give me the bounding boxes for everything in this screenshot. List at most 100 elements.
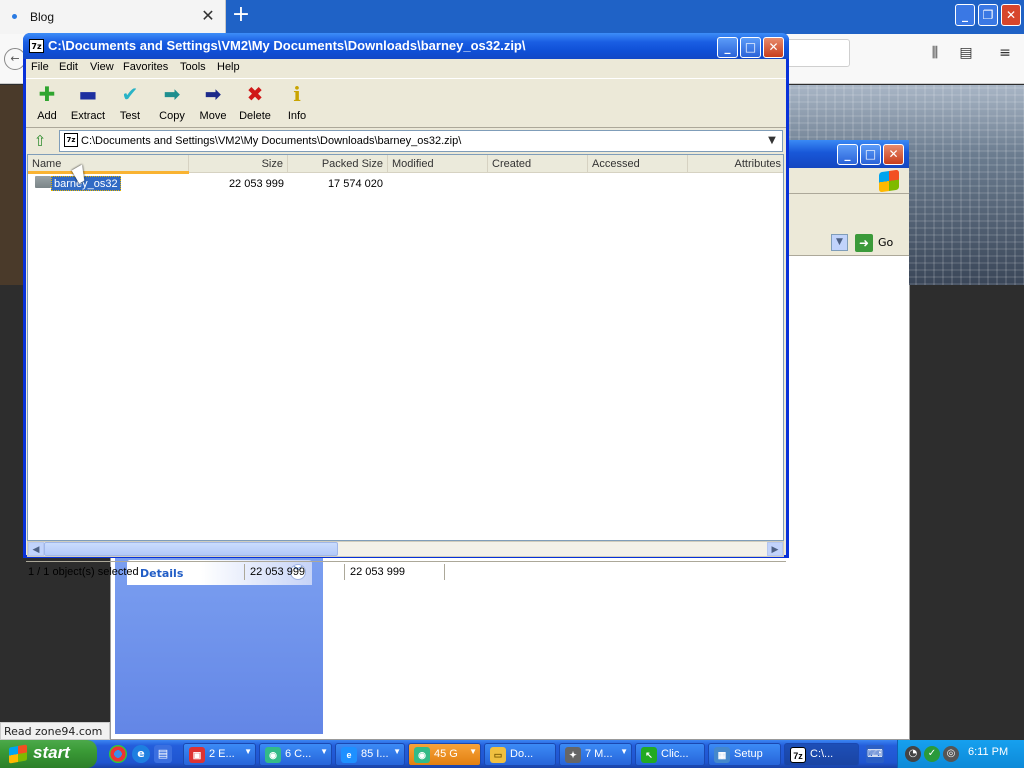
chrome-quicklaunch-icon[interactable] <box>109 745 127 763</box>
list-header: Name Size Packed Size Modified Created A… <box>28 155 783 174</box>
task-label: Clic... <box>661 748 689 760</box>
windows-logo-icon <box>9 744 27 764</box>
horizontal-scrollbar[interactable]: ◀ ▶ <box>27 541 784 557</box>
tab-close-icon[interactable]: ✕ <box>199 7 217 25</box>
add-button[interactable]: ✚ Add <box>26 81 68 125</box>
folder-up-icon[interactable]: ⇧ <box>30 132 50 150</box>
maximize-button[interactable]: □ <box>740 37 761 58</box>
close-button[interactable]: ✕ <box>763 37 784 58</box>
menu-tools[interactable]: Tools <box>180 61 206 73</box>
row-size: 22 053 999 <box>228 178 284 190</box>
minimize-button[interactable]: _ <box>717 37 738 58</box>
menu-help[interactable]: Help <box>217 61 240 73</box>
folder-icon: ▭ <box>490 747 506 763</box>
task-label: 45 G <box>434 748 458 760</box>
ie-quicklaunch-icon[interactable]: e <box>132 745 150 763</box>
sidebar-icon[interactable]: ▤ <box>957 44 975 62</box>
system-tray: ◔ ✓ ◎ 6:11 PM <box>897 740 1024 768</box>
column-size[interactable]: Size <box>189 155 288 173</box>
row-packed-size: 17 574 020 <box>327 178 383 190</box>
task-click[interactable]: ↖ Clic... <box>635 743 705 766</box>
7zip-body: File Edit View Favorites Tools Help ✚ Ad… <box>26 59 786 580</box>
new-tab-button[interactable]: + <box>230 4 252 28</box>
chrome-icon: ◉ <box>265 747 281 763</box>
extract-button[interactable]: ▬ Extract <box>67 81 109 125</box>
browser-restore-button[interactable]: ❐ <box>978 4 998 26</box>
7zip-app-icon: 7z <box>29 39 44 53</box>
menu-view[interactable]: View <box>90 61 114 73</box>
setup-icon: ▦ <box>714 747 730 763</box>
delete-button[interactable]: ✖ Delete <box>234 81 276 125</box>
test-button[interactable]: ✔ Test <box>109 81 151 125</box>
scroll-left-icon[interactable]: ◀ <box>28 542 44 556</box>
click-icon: ↖ <box>641 747 657 763</box>
task-label: 6 C... <box>285 748 312 760</box>
chevron-down-icon[interactable]: ▼ <box>764 133 780 149</box>
desktop-quicklaunch-icon[interactable]: ▤ <box>154 745 172 763</box>
keyboard-icon[interactable]: ⌨ <box>866 745 884 763</box>
network-icon[interactable]: ✓ <box>924 746 940 762</box>
tab-title: Blog <box>30 10 55 24</box>
move-button[interactable]: ➡ Move <box>192 81 234 125</box>
search-icon[interactable]: ◎ <box>943 746 959 762</box>
browser-minimize-button[interactable]: _ <box>955 4 975 26</box>
task-85-i[interactable]: e 85 I... ▼ <box>335 743 405 766</box>
chrome-icon: ◉ <box>414 747 430 763</box>
hamburger-menu-icon[interactable]: ≡ <box>996 44 1014 62</box>
column-modified[interactable]: Modified <box>388 155 488 173</box>
copy-label: Copy <box>159 110 185 122</box>
column-attributes[interactable]: Attributes <box>688 155 783 173</box>
explorer-toolbar <box>787 168 909 194</box>
explorer-maximize-button[interactable]: □ <box>860 144 881 165</box>
sound-icon[interactable]: ◔ <box>905 746 921 762</box>
task-label: Do... <box>510 748 534 760</box>
minus-icon: ▬ <box>78 82 98 106</box>
explorer-titlebar: _ □ ✕ <box>787 140 909 168</box>
go-arrow-icon[interactable]: ➜ <box>855 234 873 252</box>
chevron-down-icon[interactable]: ▼ <box>831 234 848 251</box>
plus-icon: ✚ <box>38 82 56 106</box>
explorer-window: _ □ ✕ ▼ ➜ Go <box>787 140 909 736</box>
add-label: Add <box>37 110 57 122</box>
browser-close-button[interactable]: ✕ <box>1001 4 1021 26</box>
scrollbar-thumb[interactable] <box>44 542 338 556</box>
column-accessed[interactable]: Accessed <box>588 155 688 173</box>
menu-file[interactable]: File <box>31 61 49 73</box>
info-button[interactable]: i Info <box>276 81 318 125</box>
clock[interactable]: 6:11 PM <box>968 746 1008 758</box>
task-2-e[interactable]: ▣ 2 E... ▼ <box>183 743 256 766</box>
start-button[interactable]: start <box>0 740 97 768</box>
extract-label: Extract <box>70 110 106 122</box>
task-6-c[interactable]: ◉ 6 C... ▼ <box>259 743 332 766</box>
menu-edit[interactable]: Edit <box>59 61 78 73</box>
task-setup[interactable]: ▦ Setup <box>708 743 781 766</box>
explorer-close-button[interactable]: ✕ <box>883 144 904 165</box>
selection-status: 1 / 1 object(s) selected <box>28 566 139 578</box>
explorer-minimize-button[interactable]: _ <box>837 144 858 165</box>
app-icon: ✦ <box>565 747 581 763</box>
url-bar[interactable] <box>780 39 850 67</box>
menu-favorites[interactable]: Favorites <box>123 61 168 73</box>
column-created[interactable]: Created <box>488 155 588 173</box>
task-7-m[interactable]: ✦ 7 M... ▼ <box>559 743 632 766</box>
toolbar: ✚ Add ▬ Extract ✔ Test ➡ Copy ➡ Move ✖ D… <box>26 78 786 128</box>
library-icon[interactable]: ⫼ <box>926 44 944 62</box>
file-list[interactable]: Name Size Packed Size Modified Created A… <box>27 154 784 541</box>
browser-tab[interactable]: Blog ✕ <box>0 0 226 34</box>
task-documents[interactable]: ▭ Do... <box>484 743 556 766</box>
table-row[interactable]: barney_os32 22 053 999 17 574 020 <box>28 174 783 192</box>
scroll-right-icon[interactable]: ▶ <box>767 542 783 556</box>
7zip-titlebar: 7z C:\Documents and Settings\VM2\My Docu… <box>23 33 789 59</box>
status-bar: 1 / 1 object(s) selected 22 053 999 22 0… <box>26 561 786 581</box>
status-divider <box>444 564 445 580</box>
task-45-g[interactable]: ◉ 45 G ▼ <box>408 743 481 766</box>
address-combobox[interactable]: 7z C:\Documents and Settings\VM2\My Docu… <box>59 130 783 152</box>
window-title: C:\Documents and Settings\VM2\My Documen… <box>48 38 526 53</box>
copy-button[interactable]: ➡ Copy <box>151 81 193 125</box>
task-7zip[interactable]: 7z C:\... <box>784 743 859 766</box>
chevron-down-icon: ▼ <box>320 747 328 756</box>
column-packed-size[interactable]: Packed Size <box>288 155 388 173</box>
banner-left-strip <box>0 85 24 285</box>
info-label: Info <box>287 110 307 122</box>
go-button-label[interactable]: Go <box>878 236 893 249</box>
